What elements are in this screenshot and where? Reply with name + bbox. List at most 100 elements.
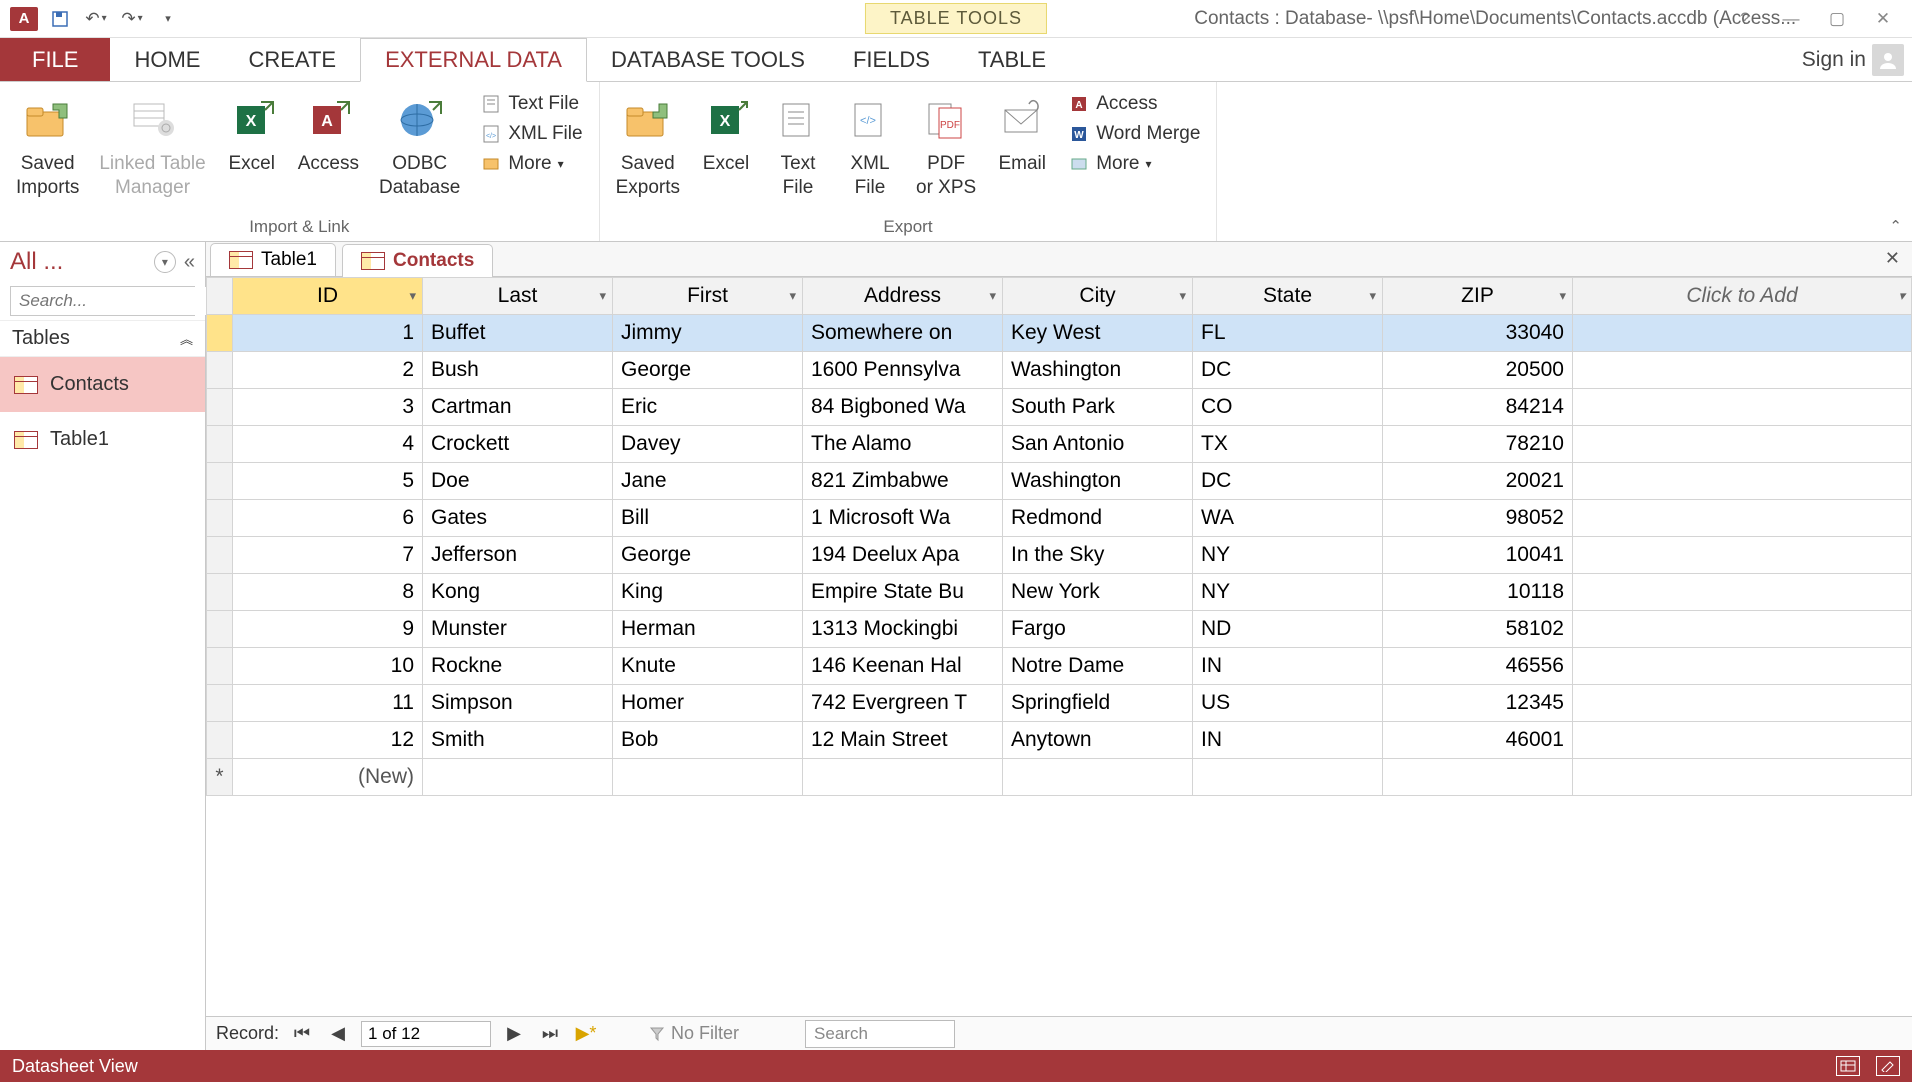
cell-id[interactable]: 3 [233,389,423,426]
row-selector[interactable] [207,352,233,389]
table-row[interactable]: 9MunsterHerman1313 MockingbiFargoND58102 [207,611,1912,648]
cell-last[interactable]: Rockne [423,648,613,685]
cell-first[interactable]: Knute [613,648,803,685]
cell-zip[interactable]: 46556 [1383,648,1573,685]
nav-group-tables[interactable]: Tables ︽ [0,320,205,357]
cell-last[interactable]: Smith [423,722,613,759]
cell-state[interactable]: DC [1193,463,1383,500]
cell-zip[interactable]: 20500 [1383,352,1573,389]
import-xml-file-button[interactable]: </> XML File [474,120,588,148]
table-row[interactable]: 4CrockettDaveyThe AlamoSan AntonioTX7821… [207,426,1912,463]
tab-fields[interactable]: FIELDS [829,38,954,81]
record-search-input[interactable] [805,1020,955,1048]
cell-id[interactable]: 10 [233,648,423,685]
cell-address[interactable]: 12 Main Street [803,722,1003,759]
cell-empty[interactable] [1573,463,1912,500]
row-selector[interactable] [207,500,233,537]
cell-zip[interactable]: 78210 [1383,426,1573,463]
cell-first[interactable]: George [613,352,803,389]
cell-city[interactable]: Washington [1003,463,1193,500]
table-row[interactable]: 3CartmanEric84 Bigboned WaSouth ParkCO84… [207,389,1912,426]
cell-city[interactable]: New York [1003,574,1193,611]
qa-customize-icon[interactable]: ▾ [154,5,182,33]
export-email-button[interactable]: Email [990,90,1054,180]
row-selector[interactable] [207,648,233,685]
cell-address[interactable]: 1313 Mockingbi [803,611,1003,648]
cell-last[interactable]: Munster [423,611,613,648]
next-record-icon[interactable]: ▶ [501,1022,527,1046]
cell-first[interactable]: Jimmy [613,315,803,352]
record-position-input[interactable] [361,1021,491,1047]
cell-state[interactable]: NY [1193,574,1383,611]
tab-home[interactable]: HOME [110,38,224,81]
design-view-icon[interactable] [1876,1056,1900,1076]
cell-first[interactable]: Davey [613,426,803,463]
cell-first[interactable]: Bob [613,722,803,759]
cell-address[interactable]: Empire State Bu [803,574,1003,611]
cell-new-id[interactable]: (New) [233,759,423,796]
chevron-down-icon[interactable]: ▾ [1369,288,1376,304]
datasheet[interactable]: ID▾ Last▾ First▾ Address▾ City▾ State▾ Z… [206,277,1912,1016]
cell-first[interactable]: Eric [613,389,803,426]
cell-empty[interactable] [1573,722,1912,759]
table-row[interactable]: 6GatesBill1 Microsoft WaRedmondWA98052 [207,500,1912,537]
nav-filter-icon[interactable]: ▾ [154,251,176,273]
export-pdf-button[interactable]: PDF PDF or XPS [910,90,982,204]
row-selector-new[interactable] [207,759,233,796]
nav-item-table1[interactable]: Table1 [0,412,205,467]
chevron-down-icon[interactable]: ▾ [1559,288,1566,304]
tab-table[interactable]: TABLE [954,38,1070,81]
cell-empty[interactable] [1573,352,1912,389]
cell-empty[interactable] [1573,574,1912,611]
cell-address[interactable]: 146 Keenan Hal [803,648,1003,685]
cell-first[interactable]: Homer [613,685,803,722]
cell-address[interactable]: The Alamo [803,426,1003,463]
cell-city[interactable]: San Antonio [1003,426,1193,463]
saved-exports-button[interactable]: Saved Exports [610,90,686,204]
nav-collapse-icon[interactable]: « [184,251,195,274]
cell-address[interactable]: 821 Zimbabwe [803,463,1003,500]
filter-indicator[interactable]: No Filter [649,1023,739,1044]
cell-id[interactable]: 12 [233,722,423,759]
nav-header-title[interactable]: All ... [10,248,146,276]
import-access-button[interactable]: A Access [292,90,365,180]
cell-zip[interactable]: 12345 [1383,685,1573,722]
column-header-id[interactable]: ID▾ [233,278,423,315]
chevron-down-icon[interactable]: ▾ [989,288,996,304]
cell-empty[interactable] [1573,537,1912,574]
cell-empty[interactable] [1573,685,1912,722]
cell-zip[interactable]: 58102 [1383,611,1573,648]
cell-last[interactable]: Crockett [423,426,613,463]
cell-empty[interactable] [1573,389,1912,426]
cell-zip[interactable]: 46001 [1383,722,1573,759]
cell-first[interactable]: George [613,537,803,574]
cell-empty[interactable] [1573,611,1912,648]
column-header-zip[interactable]: ZIP▾ [1383,278,1573,315]
cell-id[interactable]: 11 [233,685,423,722]
row-selector[interactable] [207,426,233,463]
cell-empty[interactable] [1573,426,1912,463]
cell-zip[interactable]: 98052 [1383,500,1573,537]
cell-empty[interactable] [1573,500,1912,537]
cell-state[interactable]: NY [1193,537,1383,574]
cell-id[interactable]: 4 [233,426,423,463]
import-text-file-button[interactable]: Text File [474,90,588,118]
table-row[interactable]: 5DoeJane821 Zimbabwe WashingtonDC20021 [207,463,1912,500]
table-row[interactable]: 10RockneKnute146 Keenan HalNotre DameIN4… [207,648,1912,685]
cell-empty[interactable] [1573,315,1912,352]
row-selector[interactable] [207,315,233,352]
sign-in-link[interactable]: Sign in [1802,38,1912,81]
row-selector[interactable] [207,463,233,500]
table-row[interactable]: 12SmithBob12 Main StreetAnytownIN46001 [207,722,1912,759]
cell-id[interactable]: 9 [233,611,423,648]
cell-first[interactable]: Jane [613,463,803,500]
cell-zip[interactable]: 84214 [1383,389,1573,426]
row-selector[interactable] [207,685,233,722]
cell-address[interactable]: 1 Microsoft Wa [803,500,1003,537]
collapse-ribbon-icon[interactable]: ⌃ [1889,217,1902,235]
cell-state[interactable]: ND [1193,611,1383,648]
export-more-button[interactable]: More ▾ [1062,150,1206,178]
cell-zip[interactable]: 10118 [1383,574,1573,611]
chevron-down-icon[interactable]: ▾ [599,288,606,304]
cell-city[interactable]: Key West [1003,315,1193,352]
